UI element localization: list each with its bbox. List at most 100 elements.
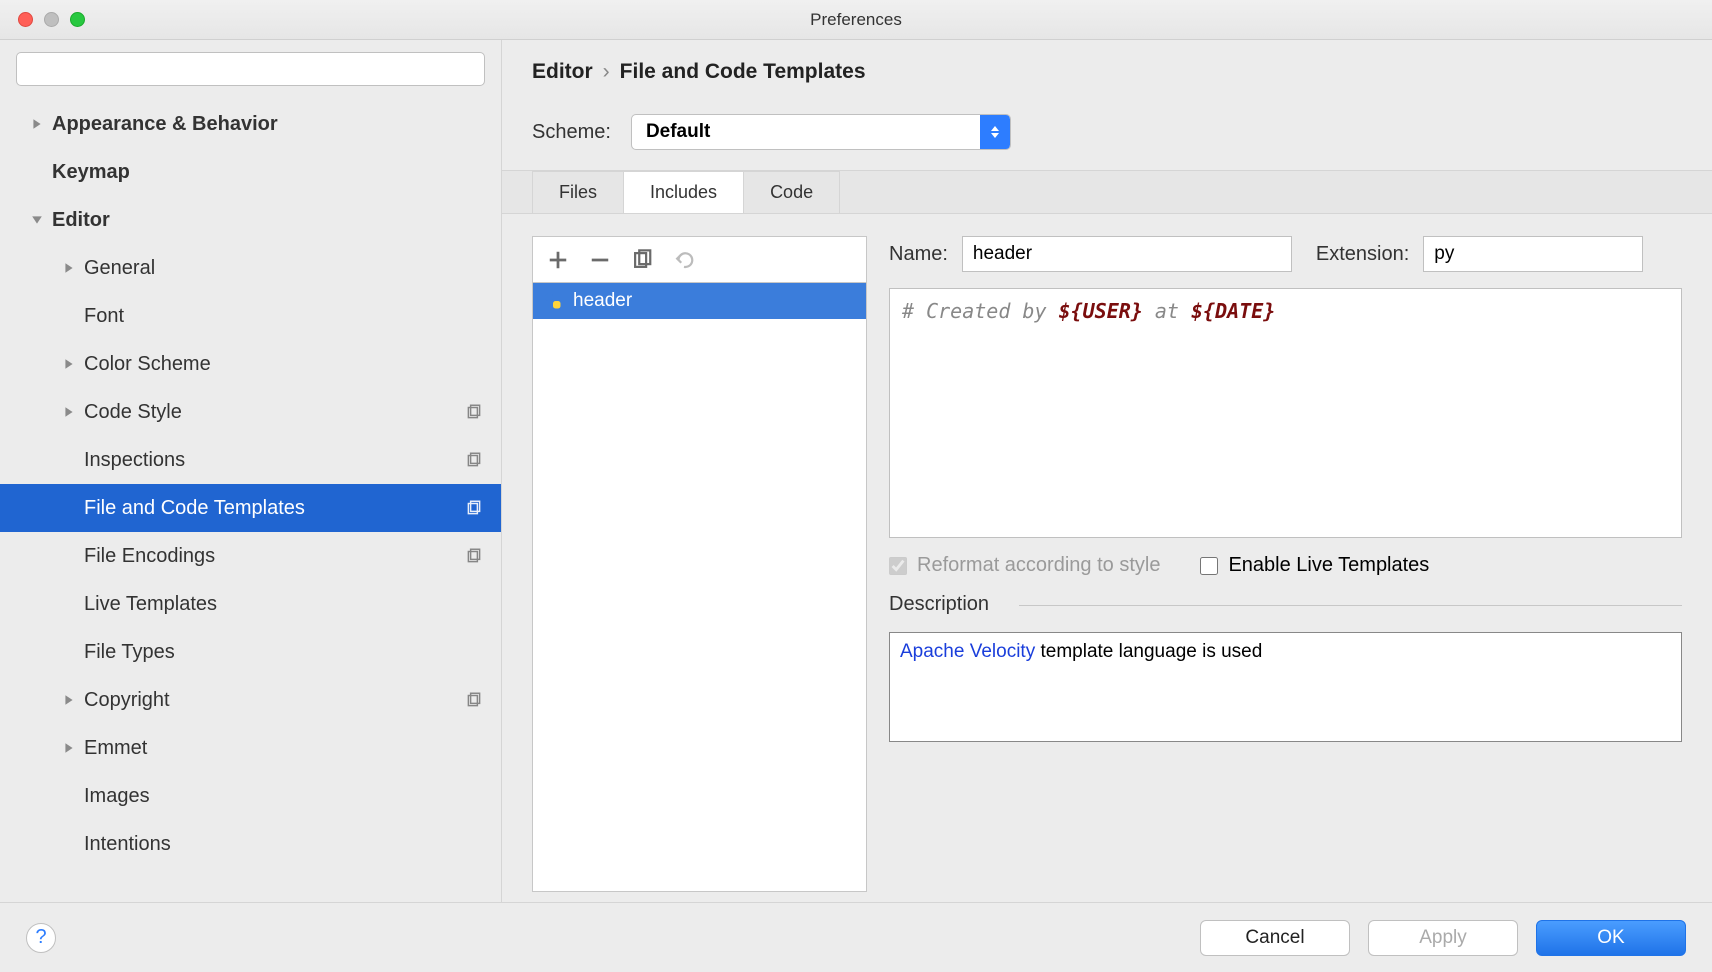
spacer-icon [62, 501, 76, 515]
template-item-header[interactable]: header [533, 283, 866, 319]
scope-badge-icon [465, 403, 483, 421]
sidebar-item-inspections[interactable]: Inspections [0, 436, 501, 484]
breadcrumb-root[interactable]: Editor [532, 60, 593, 84]
reformat-checkbox: Reformat according to style [889, 554, 1160, 577]
sidebar-item-live-templates[interactable]: Live Templates [0, 580, 501, 628]
sidebar-item-code-style[interactable]: Code Style [0, 388, 501, 436]
spacer-icon [62, 549, 76, 563]
tab-code[interactable]: Code [743, 171, 840, 213]
live-templates-checkbox[interactable]: Enable Live Templates [1200, 554, 1429, 577]
code-text: # Created by ${USER} at ${DATE} [902, 299, 1275, 323]
apache-velocity-link[interactable]: Apache Velocity [900, 641, 1035, 662]
footer: ? Cancel Apply OK [0, 902, 1712, 972]
sidebar-item-images[interactable]: Images [0, 772, 501, 820]
sidebar-item-label: Copyright [84, 689, 501, 712]
sidebar-item-color-scheme[interactable]: Color Scheme [0, 340, 501, 388]
sidebar: Appearance & Behavior Keymap Editor General… [0, 40, 502, 902]
scheme-dropdown[interactable]: Default [631, 114, 1011, 150]
name-ext-row: Name: Extension: [889, 236, 1682, 272]
sidebar-item-label: Font [84, 305, 501, 328]
list-toolbar [532, 236, 867, 282]
scheme-value: Default [632, 121, 980, 143]
breadcrumb-separator-icon: › [603, 60, 610, 84]
breadcrumb-leaf: File and Code Templates [620, 60, 866, 84]
template-list-panel: header [532, 236, 867, 892]
sidebar-item-label: Code Style [84, 401, 501, 424]
breadcrumb: Editor › File and Code Templates [502, 40, 1712, 90]
sidebar-item-label: Keymap [52, 161, 501, 184]
name-input[interactable] [962, 236, 1292, 272]
tab-includes[interactable]: Includes [623, 171, 744, 213]
scheme-row: Scheme: Default [502, 90, 1712, 171]
chevron-down-icon [30, 213, 44, 227]
content-panel: Editor › File and Code Templates Scheme:… [502, 40, 1712, 902]
chevron-right-icon [62, 357, 76, 371]
workarea: header Name: Extension: # Created by ${U… [502, 214, 1712, 902]
scope-badge-icon [465, 691, 483, 709]
chevron-right-icon [62, 741, 76, 755]
sidebar-item-emmet[interactable]: Emmet [0, 724, 501, 772]
reformat-label: Reformat according to style [917, 554, 1160, 577]
reformat-check-input [889, 557, 907, 575]
sidebar-item-label: File Encodings [84, 545, 501, 568]
sidebar-item-label: Images [84, 785, 501, 808]
spacer-icon [62, 597, 76, 611]
tab-files[interactable]: Files [532, 171, 624, 213]
sidebar-item-font[interactable]: Font [0, 292, 501, 340]
ext-input[interactable] [1423, 236, 1643, 272]
settings-tree[interactable]: Appearance & Behavior Keymap Editor General… [0, 100, 501, 902]
window-title: Preferences [0, 10, 1712, 30]
close-window-icon[interactable] [18, 12, 33, 27]
scope-badge-icon [465, 499, 483, 517]
sidebar-item-label: Emmet [84, 737, 501, 760]
template-item-label: header [573, 290, 632, 312]
zoom-window-icon[interactable] [70, 12, 85, 27]
sidebar-item-appearance-behavior[interactable]: Appearance & Behavior [0, 100, 501, 148]
spacer-icon [62, 789, 76, 803]
undo-icon [673, 249, 695, 271]
description-label: Description [889, 593, 1682, 616]
sidebar-item-label: Appearance & Behavior [52, 113, 501, 136]
help-button[interactable]: ? [26, 923, 56, 953]
sidebar-item-intentions[interactable]: Intentions [0, 820, 501, 868]
chevron-right-icon [62, 261, 76, 275]
add-icon[interactable] [547, 249, 569, 271]
tabs: FilesIncludesCode [502, 171, 1712, 214]
remove-icon[interactable] [589, 249, 611, 271]
sidebar-item-file-and-code-templates[interactable]: File and Code Templates [0, 484, 501, 532]
ok-button[interactable]: OK [1536, 920, 1686, 956]
sidebar-item-label: File Types [84, 641, 501, 664]
sidebar-item-label: General [84, 257, 501, 280]
spacer-icon [30, 165, 44, 179]
minimize-window-icon[interactable] [44, 12, 59, 27]
window-controls [18, 12, 85, 27]
titlebar: Preferences [0, 0, 1712, 40]
sidebar-item-keymap[interactable]: Keymap [0, 148, 501, 196]
template-editor[interactable]: # Created by ${USER} at ${DATE} [889, 288, 1682, 538]
options-row: Reformat according to style Enable Live … [889, 554, 1682, 577]
search-wrap [0, 52, 501, 100]
sidebar-item-copyright[interactable]: Copyright [0, 676, 501, 724]
main-split: Appearance & Behavior Keymap Editor General… [0, 40, 1712, 902]
template-list[interactable]: header [532, 282, 867, 892]
live-check-input[interactable] [1200, 557, 1218, 575]
scope-badge-icon [465, 547, 483, 565]
description-box: Apache Velocity template language is use… [889, 632, 1682, 742]
cancel-button[interactable]: Cancel [1200, 920, 1350, 956]
sidebar-item-label: Inspections [84, 449, 501, 472]
search-input[interactable] [16, 52, 485, 86]
sidebar-item-editor[interactable]: Editor [0, 196, 501, 244]
description-tail: template language is used [1035, 641, 1262, 662]
copy-icon[interactable] [631, 249, 653, 271]
scheme-label: Scheme: [532, 121, 611, 144]
python-file-icon [543, 291, 563, 311]
sidebar-item-file-encodings[interactable]: File Encodings [0, 532, 501, 580]
sidebar-item-general[interactable]: General [0, 244, 501, 292]
sidebar-item-label: Intentions [84, 833, 501, 856]
scope-badge-icon [465, 451, 483, 469]
sidebar-item-file-types[interactable]: File Types [0, 628, 501, 676]
editor-panel: Name: Extension: # Created by ${USER} at… [889, 236, 1682, 892]
spacer-icon [62, 453, 76, 467]
name-label: Name: [889, 243, 948, 266]
sidebar-item-label: Color Scheme [84, 353, 501, 376]
